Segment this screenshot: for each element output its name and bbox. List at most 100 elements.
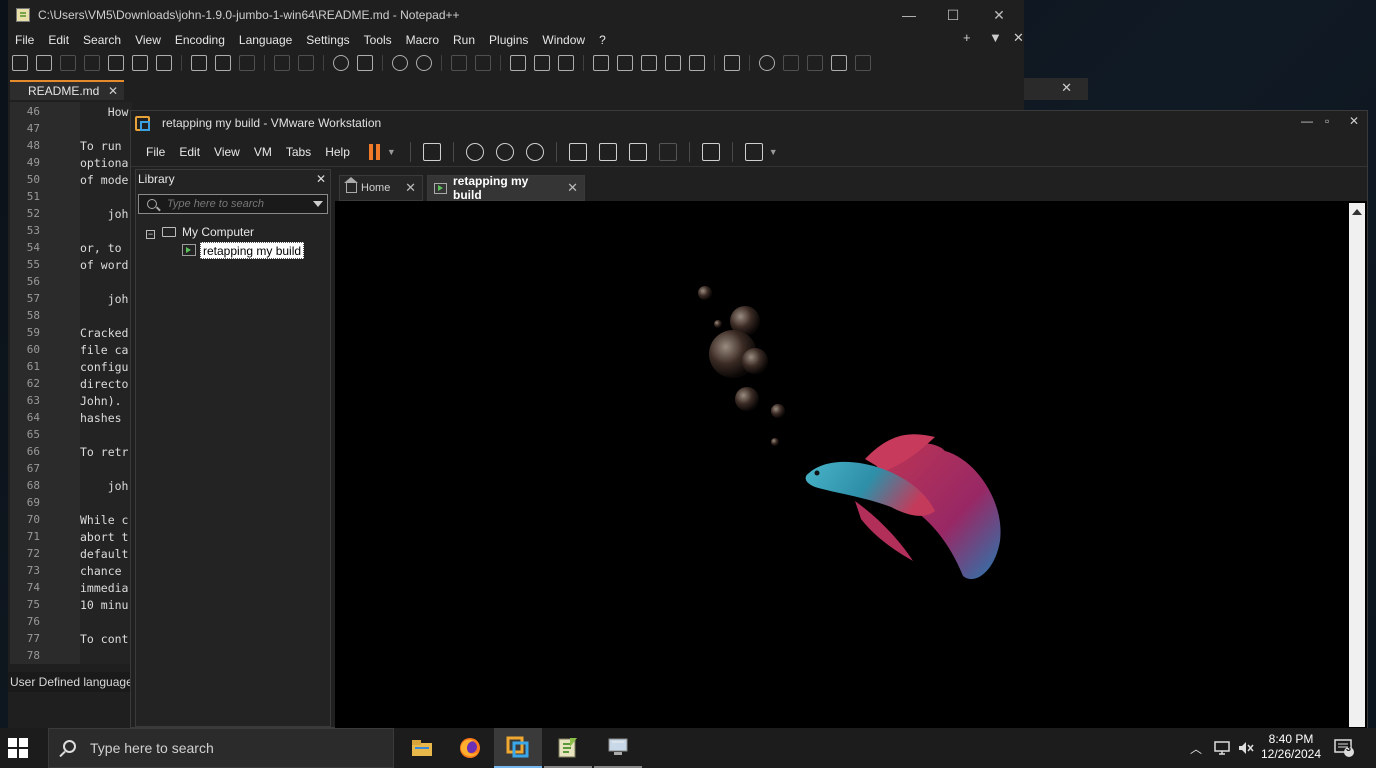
snapshot-icon[interactable]	[465, 142, 484, 161]
zoom-in-icon[interactable]	[392, 55, 408, 71]
maximize-icon[interactable]: ▫	[1325, 114, 1329, 128]
taskbar-search-input[interactable]: Type here to search	[48, 728, 394, 768]
file-explorer-icon[interactable]	[398, 728, 446, 768]
tab-home[interactable]: Home ✕	[339, 175, 423, 201]
undo-icon[interactable]	[274, 55, 290, 71]
find-icon[interactable]	[333, 55, 349, 71]
menu-plugins[interactable]: Plugins	[482, 33, 535, 47]
menu-language[interactable]: Language	[232, 33, 299, 47]
function-list-icon[interactable]	[641, 55, 657, 71]
new-file-icon[interactable]	[12, 55, 28, 71]
tree-item-vm[interactable]: retapping my build	[200, 242, 305, 259]
menu-view[interactable]: View	[207, 145, 247, 159]
menu-view[interactable]: View	[128, 33, 168, 47]
menu-tabs[interactable]: Tabs	[279, 145, 318, 159]
close-icon[interactable]: ✕	[1349, 114, 1359, 128]
plus-icon[interactable]: +	[956, 30, 978, 45]
minimize-icon[interactable]: —	[886, 0, 932, 30]
chevron-down-icon[interactable]	[313, 201, 323, 207]
fx-icon[interactable]	[665, 55, 681, 71]
menu-edit[interactable]: Edit	[172, 145, 207, 159]
indent-guide-icon[interactable]	[558, 55, 574, 71]
stretch-guest-icon[interactable]	[744, 142, 763, 161]
paste-icon[interactable]	[239, 55, 255, 71]
vmware-icon[interactable]	[494, 728, 542, 768]
cut-icon[interactable]	[191, 55, 207, 71]
stop-record-icon[interactable]	[783, 55, 799, 71]
tab-readme[interactable]: README.md ✕	[10, 80, 124, 100]
system-clock[interactable]: 8:40 PM 12/26/2024	[1254, 732, 1328, 762]
vmware-titlebar[interactable]: retapping my build - VMware Workstation …	[131, 111, 1367, 135]
zoom-out-icon[interactable]	[416, 55, 432, 71]
menu-window[interactable]: Window	[535, 33, 592, 47]
tree-collapse-toggle[interactable]: −	[146, 230, 155, 239]
save-all-icon[interactable]	[84, 55, 100, 71]
menu-help[interactable]: ?	[592, 33, 613, 47]
replace-icon[interactable]	[357, 55, 373, 71]
open-file-icon[interactable]	[36, 55, 52, 71]
close-icon[interactable]: ✕	[316, 172, 326, 186]
folder-workspace-icon[interactable]	[689, 55, 705, 71]
notification-center-icon[interactable]: 3	[1334, 728, 1356, 768]
menu-run[interactable]: Run	[446, 33, 482, 47]
notepad-titlebar[interactable]: C:\Users\VM5\Downloads\john-1.9.0-jumbo-…	[8, 0, 1024, 30]
vertical-scrollbar[interactable]	[1349, 203, 1365, 727]
chevron-up-icon[interactable]: ︿	[1190, 728, 1202, 768]
menu-edit[interactable]: Edit	[41, 33, 76, 47]
tree-item-my-computer[interactable]: My Computer	[182, 225, 254, 239]
show-library-icon[interactable]	[568, 142, 587, 161]
pause-icon[interactable]	[368, 143, 383, 160]
menu-help[interactable]: Help	[318, 145, 357, 159]
sync-horizontal-icon[interactable]	[475, 55, 491, 71]
xml-tag-icon[interactable]	[593, 55, 609, 71]
firefox-icon[interactable]	[446, 728, 494, 768]
show-all-chars-icon[interactable]	[534, 55, 550, 71]
maximize-icon[interactable]: ☐	[930, 0, 976, 30]
thumbnail-bar-icon[interactable]	[598, 142, 617, 161]
close-icon[interactable]	[108, 55, 124, 71]
close-icon[interactable]: ✕	[108, 84, 118, 98]
full-screen-icon[interactable]	[628, 142, 647, 161]
menu-file[interactable]: File	[8, 33, 41, 47]
record-macro-icon[interactable]	[759, 55, 775, 71]
redo-icon[interactable]	[298, 55, 314, 71]
close-icon[interactable]: ✕	[1061, 80, 1072, 96]
revert-snapshot-icon[interactable]	[495, 142, 514, 161]
save-icon[interactable]	[60, 55, 76, 71]
document-map-icon[interactable]	[617, 55, 633, 71]
sync-vertical-icon[interactable]	[451, 55, 467, 71]
start-button[interactable]	[8, 738, 28, 758]
console-view-icon[interactable]	[701, 142, 720, 161]
tab-vm[interactable]: retapping my build ✕	[427, 174, 585, 202]
copy-icon[interactable]	[215, 55, 231, 71]
vm-console[interactable]	[335, 201, 1367, 728]
chevron-up-icon[interactable]	[1352, 209, 1362, 215]
volume-muted-icon[interactable]	[1238, 728, 1254, 768]
close-icon[interactable]: ✕	[567, 180, 578, 196]
send-ctrl-alt-del-icon[interactable]	[422, 142, 441, 161]
network-icon[interactable]	[1214, 728, 1230, 768]
minimize-icon[interactable]: —	[1301, 114, 1313, 128]
play-macro-icon[interactable]	[807, 55, 823, 71]
notepad-plus-plus-icon[interactable]	[544, 728, 592, 768]
close-icon[interactable]: ✕	[405, 180, 416, 196]
menu-file[interactable]: File	[139, 145, 172, 159]
library-search-input[interactable]: Type here to search	[138, 194, 328, 214]
menu-settings[interactable]: Settings	[299, 33, 356, 47]
background-window-titlebar[interactable]: ✕	[1024, 78, 1088, 100]
unity-icon[interactable]	[658, 142, 677, 161]
menu-vm[interactable]: VM	[247, 145, 279, 159]
notepad-editor[interactable]: 46 How to use 47 48 To run 49 optiona 50 of mod…	[10, 102, 132, 664]
snapshot-manager-icon[interactable]	[525, 142, 544, 161]
chevron-down-icon[interactable]: ▼	[982, 30, 1009, 45]
chevron-down-icon[interactable]: ▼	[387, 147, 396, 157]
save-macro-icon[interactable]	[855, 55, 871, 71]
monitor-icon[interactable]	[724, 55, 740, 71]
run-macro-multiple-icon[interactable]	[831, 55, 847, 71]
menu-search[interactable]: Search	[76, 33, 128, 47]
menu-encoding[interactable]: Encoding	[168, 33, 232, 47]
menu-macro[interactable]: Macro	[399, 33, 446, 47]
remote-desktop-icon[interactable]	[594, 728, 642, 768]
chevron-down-icon[interactable]: ▼	[769, 147, 778, 157]
menu-tools[interactable]: Tools	[357, 33, 399, 47]
